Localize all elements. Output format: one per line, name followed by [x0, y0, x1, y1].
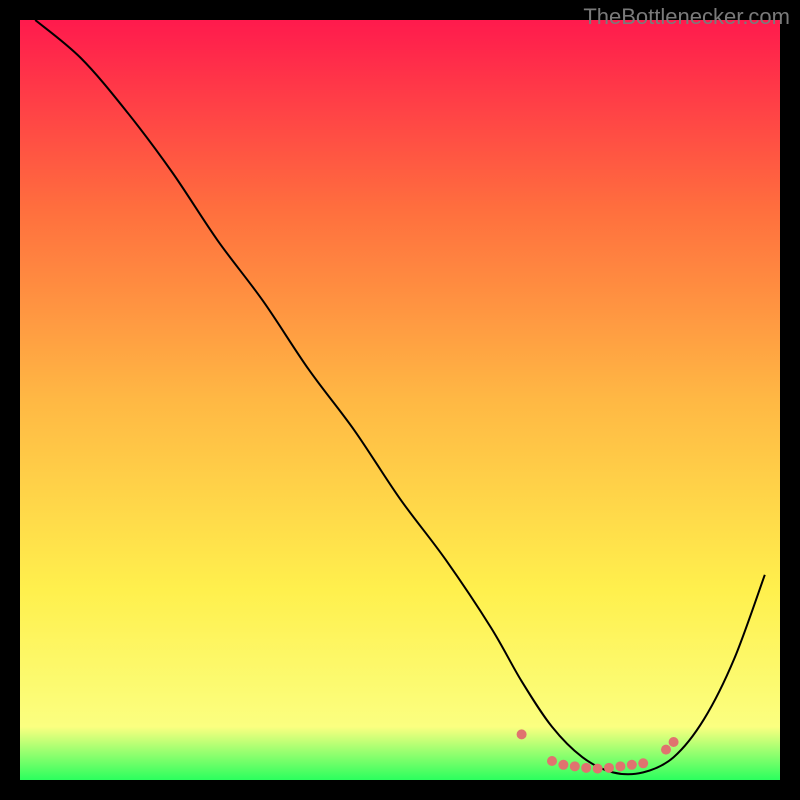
valley-marker [669, 737, 679, 747]
valley-marker [570, 761, 580, 771]
watermark-text: TheBottlenecker.com [583, 4, 790, 30]
chart-background [20, 20, 780, 780]
valley-marker [558, 760, 568, 770]
valley-marker [517, 729, 527, 739]
chart-plot-area [20, 20, 780, 780]
chart-svg [20, 20, 780, 780]
valley-marker [604, 763, 614, 773]
valley-marker [593, 764, 603, 774]
valley-marker [581, 763, 591, 773]
valley-marker [547, 756, 557, 766]
valley-marker [661, 745, 671, 755]
valley-marker [627, 760, 637, 770]
valley-marker [615, 761, 625, 771]
valley-marker [638, 758, 648, 768]
